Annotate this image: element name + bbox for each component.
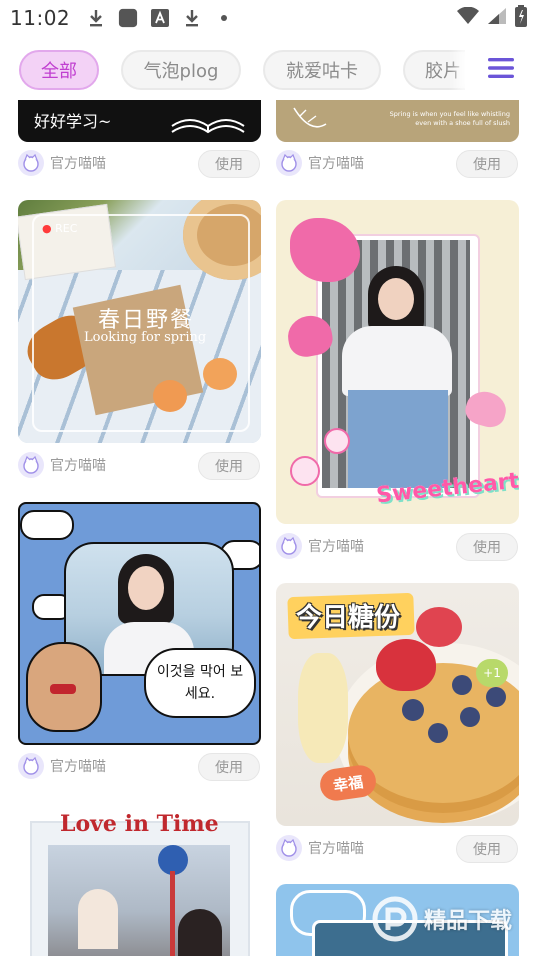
tab-label: 胶片 (425, 61, 461, 82)
card-meta: 官方喵喵 (276, 531, 364, 561)
tab-love-guka[interactable]: 就爱咕卡 (263, 50, 381, 90)
bear-sticker (26, 642, 102, 732)
cat-avatar-icon (281, 838, 297, 857)
status-system-icons (457, 5, 527, 31)
tab-label: 气泡plog (143, 61, 219, 82)
person-shape (178, 909, 222, 956)
card-meta: 官方喵喵 (18, 751, 106, 781)
use-button[interactable]: 使用 (456, 150, 518, 178)
card-overlay-title: 今日糖份 (296, 603, 401, 633)
category-tabs[interactable]: 全部 气泡plog 就爱咕卡 胶片 (0, 50, 485, 90)
app-square-icon (118, 8, 138, 28)
use-button[interactable]: 使用 (198, 753, 260, 781)
font-a-icon (150, 8, 170, 28)
download-icon (182, 8, 202, 28)
couple-photo (48, 845, 230, 956)
face-shape (378, 278, 414, 320)
card-overlay-text: 好好学习~ (34, 112, 112, 131)
download-icon (86, 8, 106, 28)
card-meta: 官方喵喵 (276, 148, 364, 178)
cat-avatar-icon (281, 153, 297, 172)
strawberry-photo (376, 639, 436, 691)
author-name: 官方喵喵 (50, 759, 106, 775)
author-avatar (18, 753, 44, 779)
pole-shape (170, 871, 175, 956)
blueberry-photo (452, 675, 472, 695)
blueberry-photo (486, 687, 506, 707)
status-notification-icons (86, 8, 234, 28)
use-button[interactable]: 使用 (198, 150, 260, 178)
tab-bubble-plog[interactable]: 气泡plog (121, 50, 241, 90)
blueberry-photo (402, 699, 424, 721)
tab-label: 全部 (41, 61, 77, 82)
signal-icon (487, 7, 507, 29)
banana-photo (298, 653, 348, 763)
happiness-badge-text: 幸福 (331, 772, 365, 795)
template-card-love-in-time[interactable]: Love in Time (18, 803, 261, 956)
blueberry-photo (460, 707, 480, 727)
status-time: 11:02 (10, 6, 71, 30)
speech-bubble: 이것을 막어 보세요. (144, 648, 256, 718)
face-shape (128, 566, 164, 610)
cloud-sticker (20, 510, 74, 540)
dot-icon (214, 8, 234, 28)
card-overlay-subtitle: Looking for spring (84, 330, 207, 345)
plus-one-badge: +1 (476, 659, 508, 687)
use-button[interactable]: 使用 (456, 835, 518, 863)
author-avatar (18, 150, 44, 176)
person-shape (78, 889, 118, 949)
tab-label: 就爱咕卡 (286, 61, 358, 82)
shirt-shape (342, 326, 452, 396)
author-avatar (276, 533, 302, 559)
card-meta: 官方喵喵 (276, 833, 364, 863)
menu-button[interactable] (465, 46, 537, 94)
strawberry-photo (416, 607, 462, 647)
author-name: 官方喵喵 (308, 841, 364, 857)
template-card-spring-quote[interactable]: Spring is when you feel like whistling e… (276, 100, 519, 142)
pink-flower-sticker (290, 218, 360, 282)
cat-avatar-icon (23, 455, 39, 474)
author-name: 官方喵喵 (50, 458, 106, 474)
battery-icon (515, 5, 527, 31)
cat-avatar-icon (23, 756, 39, 775)
blueberry-photo (428, 723, 448, 743)
cat-avatar-icon (23, 153, 39, 172)
card-overlay-text: Spring is when you feel like whistling e… (389, 110, 510, 127)
watermark-text: 精品下载 (424, 909, 513, 934)
bowtie-shape (50, 684, 76, 694)
rec-label: ● REC (42, 222, 78, 235)
author-name: 官方喵喵 (308, 156, 364, 172)
author-avatar (276, 835, 302, 861)
author-avatar (276, 150, 302, 176)
template-card-study[interactable]: 好好学习~ (18, 100, 261, 142)
watermark: 精品下载 (372, 896, 512, 942)
template-card-bear[interactable]: 이것을 막어 보세요. (18, 502, 261, 745)
book-icon (171, 119, 245, 134)
wifi-icon (457, 6, 479, 29)
use-button[interactable]: 使用 (198, 452, 260, 480)
watermark-logo-icon (372, 896, 418, 942)
leaf-doodle-icon (293, 107, 327, 128)
category-tab-bar: 全部 气泡plog 就爱咕卡 胶片 (0, 46, 537, 94)
hamburger-menu-icon (488, 57, 514, 83)
bubble-sticker (324, 428, 350, 454)
card-meta: 官方喵喵 (18, 148, 106, 178)
template-card-picnic[interactable]: ● REC 春日野餐 Looking for spring (18, 200, 261, 443)
template-card-sweetheart[interactable]: Sweetheart (276, 200, 519, 524)
card-meta: 官方喵喵 (18, 450, 106, 480)
author-name: 官方喵喵 (308, 539, 364, 555)
bubble-sticker (290, 456, 320, 486)
speech-bubble-text: 이것을 막어 보세요. (156, 664, 244, 702)
status-bar: 11:02 (0, 0, 537, 36)
plus-one-text: +1 (483, 666, 501, 680)
cat-avatar-icon (281, 536, 297, 555)
author-avatar (18, 452, 44, 478)
author-name: 官方喵喵 (50, 156, 106, 172)
tab-all[interactable]: 全部 (19, 50, 99, 90)
overalls-shape (348, 390, 448, 488)
template-card-sugar[interactable]: 今日糖份 +1 幸福 (276, 583, 519, 826)
card-overlay-title: Love in Time (60, 811, 219, 837)
use-button[interactable]: 使用 (456, 533, 518, 561)
rec-text: REC (55, 222, 78, 235)
